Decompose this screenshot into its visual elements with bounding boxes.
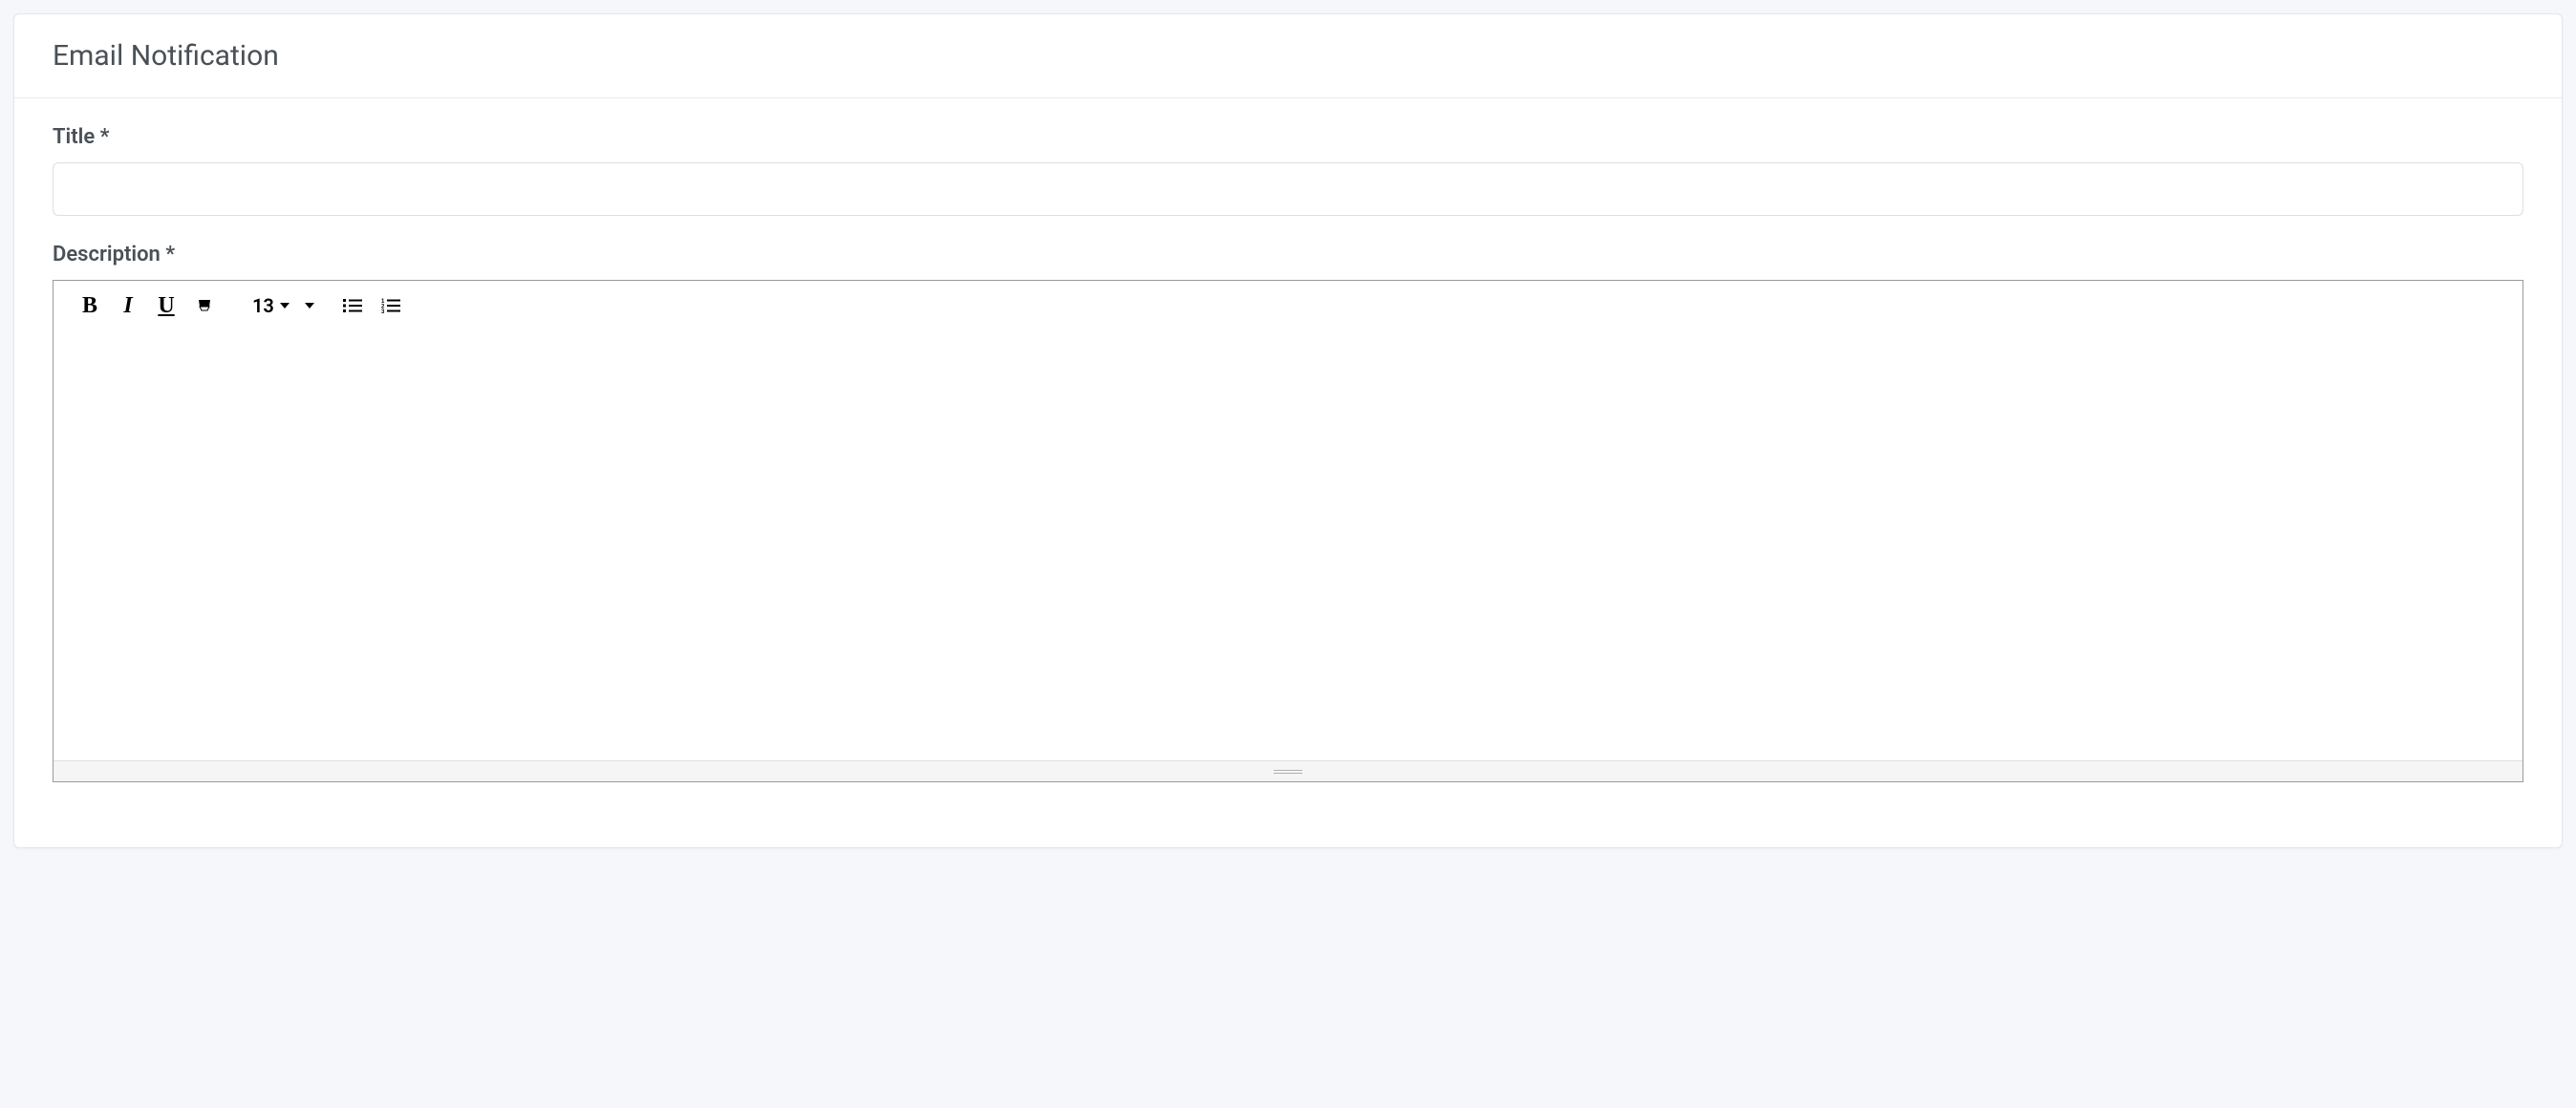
eraser-button[interactable] bbox=[187, 290, 222, 321]
bold-icon: B bbox=[82, 293, 97, 319]
underline-button[interactable]: U bbox=[149, 290, 183, 321]
editor-toolbar: B I U bbox=[54, 281, 2522, 330]
description-editor-content[interactable] bbox=[54, 330, 2522, 760]
unordered-list-icon bbox=[343, 298, 362, 313]
italic-button[interactable]: I bbox=[111, 290, 145, 321]
chevron-down-icon bbox=[305, 303, 314, 309]
email-notification-card: Email Notification Title * Description *… bbox=[13, 13, 2563, 848]
editor-resize-handle[interactable] bbox=[54, 760, 2522, 781]
bold-button[interactable]: B bbox=[73, 290, 107, 321]
eraser-icon bbox=[196, 297, 213, 314]
rich-text-editor: B I U bbox=[53, 280, 2523, 782]
resize-grip-icon bbox=[1274, 770, 1302, 774]
unordered-list-button[interactable] bbox=[335, 290, 370, 321]
title-label: Title * bbox=[53, 125, 2523, 149]
underline-icon: U bbox=[158, 293, 174, 319]
font-size-value: 13 bbox=[252, 294, 274, 317]
more-dropdown[interactable] bbox=[301, 303, 318, 309]
card-header: Email Notification bbox=[14, 14, 2562, 98]
page-title: Email Notification bbox=[53, 39, 2523, 73]
title-form-group: Title * bbox=[53, 125, 2523, 216]
card-body: Title * Description * B I U bbox=[14, 98, 2562, 847]
italic-icon: I bbox=[123, 293, 132, 319]
chevron-down-icon bbox=[280, 303, 290, 309]
ordered-list-button[interactable]: 1 2 3 bbox=[374, 290, 408, 321]
font-size-selector[interactable]: 13 bbox=[245, 294, 297, 317]
description-form-group: Description * B I U bbox=[53, 243, 2523, 782]
ordered-list-icon: 1 2 3 bbox=[381, 298, 400, 313]
svg-text:3: 3 bbox=[381, 309, 385, 313]
title-input[interactable] bbox=[53, 162, 2523, 216]
description-label: Description * bbox=[53, 243, 2523, 266]
